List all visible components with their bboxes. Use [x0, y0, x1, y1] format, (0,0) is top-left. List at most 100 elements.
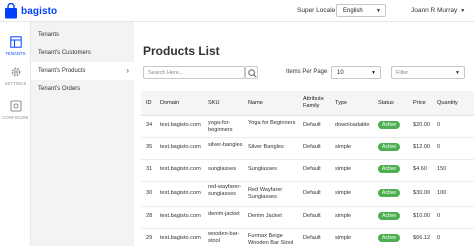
cell-type: simple	[335, 213, 352, 219]
cell-type: simple	[335, 190, 352, 196]
column-header-status[interactable]: Status	[378, 100, 394, 107]
items-per-page-value: 10	[337, 70, 344, 76]
cell-attribute-family: Default	[303, 144, 321, 150]
subnav-item-tenants[interactable]: Tenants	[31, 26, 134, 44]
chevron-down-icon: ▼	[455, 70, 460, 76]
cell-type: downloadable	[335, 122, 370, 128]
status-badge: Active	[378, 143, 401, 151]
subnav-item-tenants-orders[interactable]: Tenant's Orders	[31, 80, 134, 98]
cell-price: $12.00	[413, 144, 431, 150]
brand-name: bagisto	[21, 5, 58, 17]
cell-quantity: 150	[437, 166, 447, 172]
cell-domain: test.bagisto.com	[160, 144, 201, 150]
cell-domain: test.bagisto.com	[160, 166, 201, 172]
cell-id: 34	[146, 122, 153, 128]
subnav-label: Tenant's Orders	[38, 86, 81, 92]
table-row[interactable]: 30 test.bagisto.com red-wayfarer-sunglas…	[141, 182, 474, 207]
cell-name: Sunglasses	[248, 166, 277, 172]
chevron-down-icon: ▼	[376, 8, 381, 14]
cell-price: $4.60	[413, 166, 427, 172]
cell-attribute-family: Default	[303, 235, 321, 241]
top-bar: bagisto Super Locale English ▼ Joann R M…	[0, 0, 474, 22]
subnav-label: Tenants	[38, 32, 60, 38]
cell-id: 29	[146, 235, 153, 241]
search-button[interactable]	[245, 66, 258, 79]
locale-value: English	[343, 8, 363, 14]
column-header-type[interactable]: Type	[335, 100, 347, 107]
cell-price: $66.12	[413, 235, 431, 241]
cell-attribute-family: Default	[303, 190, 321, 196]
column-header-domain[interactable]: Domain	[160, 100, 179, 107]
search-icon	[247, 68, 256, 77]
column-header-price[interactable]: Price	[413, 100, 426, 107]
cell-name: Silver Bangles	[248, 144, 284, 150]
cell-attribute-family: Default	[303, 166, 321, 172]
subnav-item-tenants-customers[interactable]: Tenant's Customers	[31, 44, 134, 62]
chevron-down-icon: ▼	[371, 70, 376, 76]
cell-sku: silver-bangles	[208, 142, 243, 148]
cell-attribute-family: Default	[303, 122, 321, 128]
cell-quantity: 100	[437, 190, 447, 196]
cell-type: simple	[335, 235, 352, 241]
cell-id: 30	[146, 190, 153, 196]
status-badge: Active	[378, 234, 401, 242]
search-input[interactable]: Search Here...	[143, 66, 245, 79]
status-badge: Active	[378, 189, 401, 197]
column-header-attribute-family[interactable]: Attribute Family	[303, 96, 333, 110]
rail-item-settings[interactable]: SETTINGS	[0, 66, 31, 86]
locale-label: Super Locale	[297, 7, 336, 14]
cell-attribute-family: Default	[303, 213, 321, 219]
rail-label-tenants: TENANTS	[5, 51, 26, 56]
column-header-sku[interactable]: SKU	[208, 100, 220, 107]
items-per-page-select[interactable]: 10 ▼	[331, 66, 381, 79]
cell-price: $30.00	[413, 190, 431, 196]
column-header-quantity[interactable]: Quantity	[437, 100, 458, 107]
page-title: Products List	[143, 44, 220, 58]
sub-navigation: Tenants Tenant's Customers Tenant's Prod…	[31, 22, 134, 246]
cell-sku: red-wayfarer-sunglasses	[208, 184, 242, 197]
cell-id: 28	[146, 213, 153, 219]
logo[interactable]: bagisto	[4, 3, 57, 19]
cell-id: 35	[146, 144, 153, 150]
table-row[interactable]: 31 test.bagisto.com sunglasses Sunglasse…	[141, 160, 474, 182]
cell-domain: test.bagisto.com	[160, 190, 201, 196]
locale-select[interactable]: English ▼	[336, 4, 386, 17]
user-menu[interactable]: Joann R Murray ▼	[411, 7, 465, 14]
shopping-bag-icon	[5, 3, 17, 19]
table-row[interactable]: 29 test.bagisto.com wooden-bar-stool Fur…	[141, 229, 474, 246]
chevron-right-icon: ›	[126, 66, 129, 75]
cell-price: $20.00	[413, 122, 431, 128]
table-row[interactable]: 28 test.bagisto.com denim-jacket Denim J…	[141, 207, 474, 229]
rail-item-configure[interactable]: CONFIGURE	[0, 100, 31, 120]
rail-label-configure: CONFIGURE	[2, 115, 29, 120]
cell-sku: denim-jacket	[208, 211, 240, 217]
cell-sku: sunglasses	[208, 166, 236, 172]
subnav-label: Tenant's Products	[38, 68, 86, 74]
rail-label-settings: SETTINGS	[4, 81, 27, 86]
cell-sku: wooden-bar-stool	[208, 231, 240, 244]
rail-item-tenants[interactable]: TENANTS	[0, 36, 31, 56]
cell-domain: test.bagisto.com	[160, 213, 201, 219]
cell-domain: test.bagisto.com	[160, 122, 201, 128]
table-row[interactable]: 34 test.bagisto.com yoga-for-beginners Y…	[141, 116, 474, 138]
subnav-item-tenants-products[interactable]: Tenant's Products ›	[31, 62, 134, 80]
subnav-label: Tenant's Customers	[38, 50, 91, 56]
cell-name: Yoga for Beginners	[248, 120, 296, 126]
status-badge: Active	[378, 212, 401, 220]
icon-rail: TENANTS SETTINGS CONFIGURE	[0, 22, 31, 246]
cell-price: $10.00	[413, 213, 431, 219]
cell-type: simple	[335, 166, 352, 172]
cell-quantity: 0	[437, 144, 441, 150]
cell-name: Red Wayfarer Sunglasses	[248, 187, 283, 200]
gear-icon	[11, 67, 20, 77]
cell-quantity: 0	[437, 235, 441, 241]
chevron-down-icon: ▼	[460, 8, 466, 14]
filter-select[interactable]: Filter ▼	[391, 66, 465, 79]
search-placeholder: Search Here...	[148, 70, 184, 76]
table-row[interactable]: 35 test.bagisto.com silver-bangles Silve…	[141, 138, 474, 160]
column-header-id[interactable]: ID	[146, 100, 152, 107]
cell-sku: yoga-for-beginners	[208, 120, 233, 133]
items-per-page-label: Items Per Page	[286, 69, 328, 75]
column-header-name[interactable]: Name	[248, 100, 263, 107]
status-badge: Active	[378, 165, 401, 173]
